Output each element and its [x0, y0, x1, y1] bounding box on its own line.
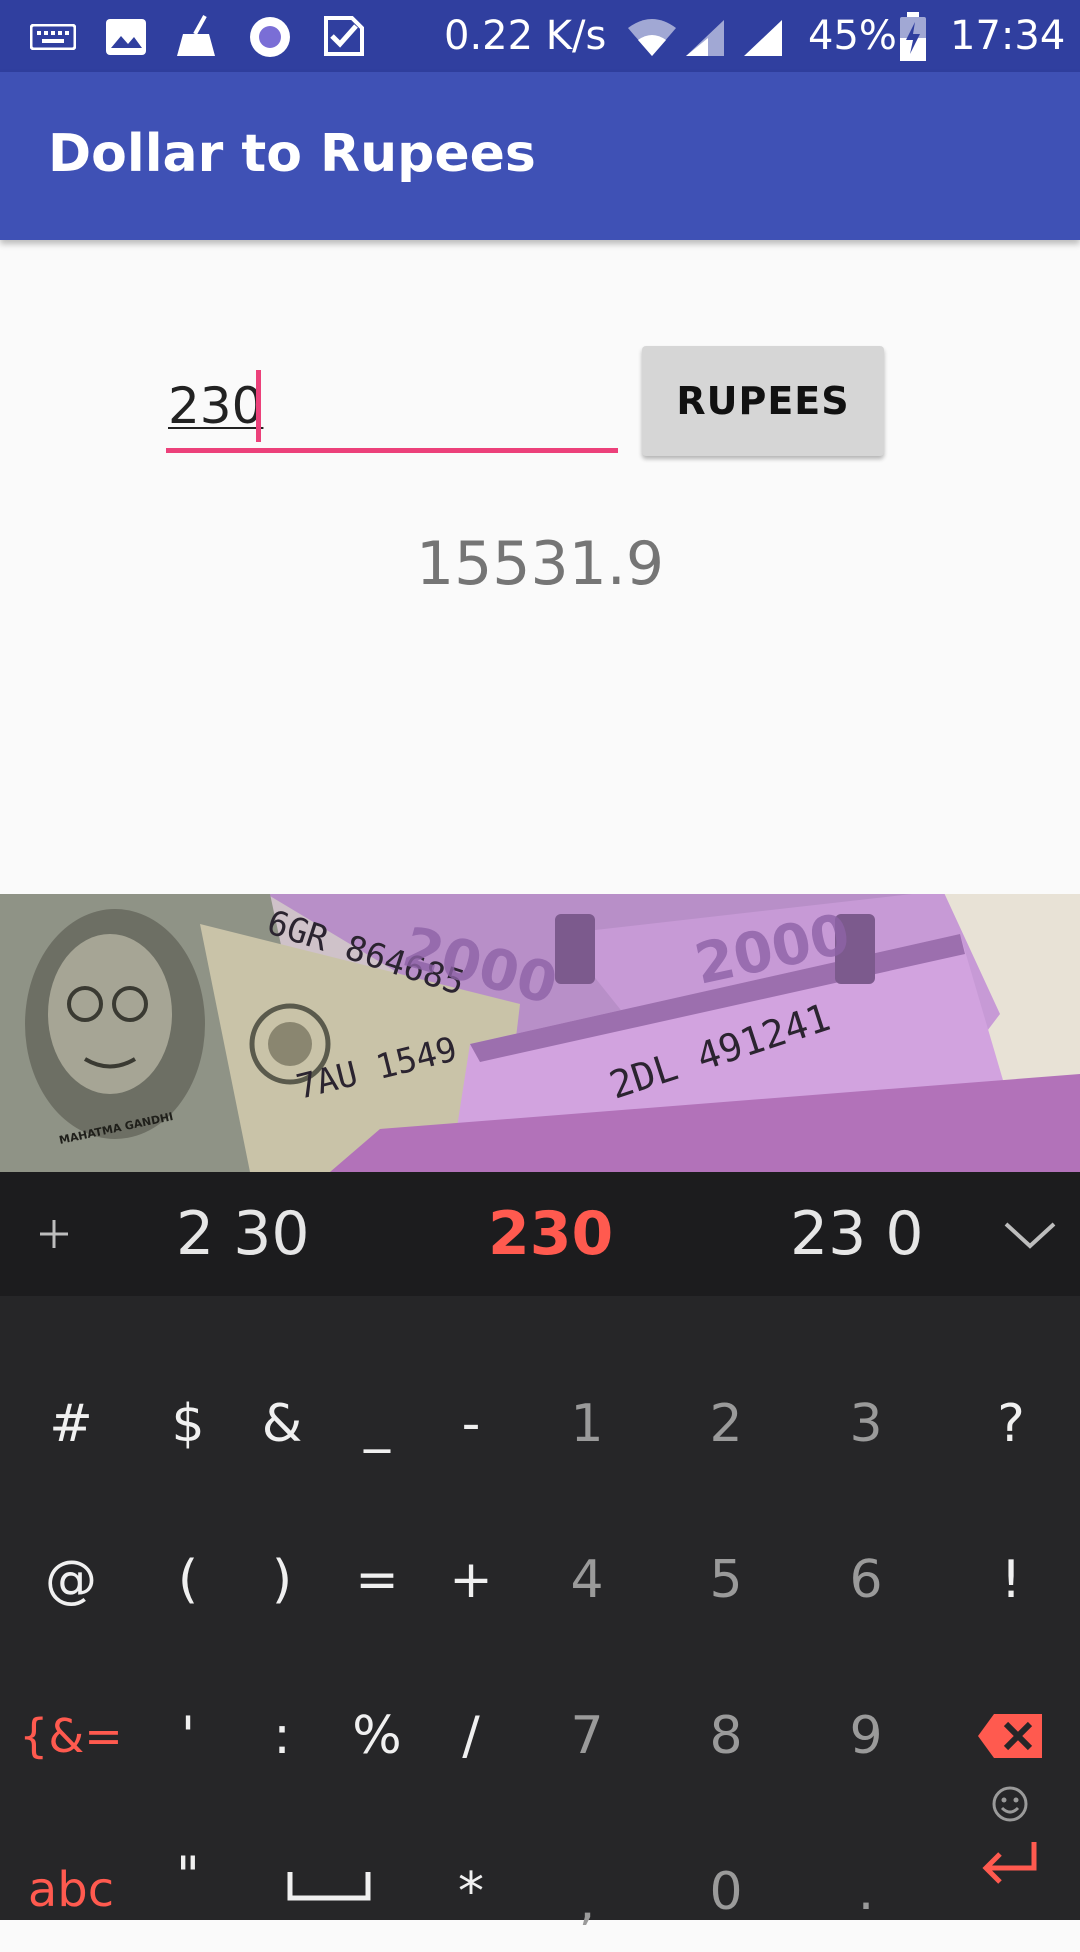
conversion-result: 15531.9: [415, 529, 665, 599]
net-speed: 0.22 K/s: [444, 13, 607, 59]
app-title: Dollar to Rupees: [48, 124, 536, 184]
circle-icon: [250, 17, 290, 57]
key[interactable]: *: [416, 1842, 526, 1942]
enter-icon[interactable]: [980, 1838, 1040, 1888]
key-symbols-more[interactable]: {&=: [16, 1686, 126, 1786]
key[interactable]: 4: [532, 1530, 642, 1630]
amount-value: 230: [168, 377, 264, 435]
signal-icon: [686, 20, 724, 56]
key[interactable]: 7: [532, 1686, 642, 1786]
broom-icon: [177, 15, 215, 56]
battery-charging-icon: [900, 12, 926, 61]
key[interactable]: 9: [811, 1686, 921, 1786]
wifi-icon: [628, 19, 676, 56]
suggestion-left[interactable]: 2 30: [176, 1202, 310, 1266]
symbol-keyboard: # $ & _ - 1 2 3 ? @ ( ) = + 4 5 6 ! {&= …: [0, 1296, 1080, 1932]
battery-level: 45%: [808, 13, 897, 59]
keyboard-suggestion-bar: 2 30 230 23 0: [0, 1172, 1080, 1296]
input-underline: [166, 448, 618, 453]
suggestion-center[interactable]: 230: [488, 1202, 613, 1266]
key[interactable]: 6: [811, 1530, 921, 1630]
key[interactable]: 1: [532, 1374, 642, 1474]
key[interactable]: #: [16, 1374, 126, 1474]
key[interactable]: ": [133, 1826, 243, 1926]
app-bar: Dollar to Rupees: [0, 72, 1080, 240]
key[interactable]: 2: [671, 1374, 781, 1474]
currency-banner-image: 6GR 864685 2000 2000 7AU 1549 2DL 491241…: [0, 894, 1080, 1172]
emoji-icon[interactable]: [990, 1784, 1030, 1824]
key[interactable]: @: [16, 1530, 126, 1630]
backspace-icon[interactable]: [976, 1712, 1046, 1760]
status-bar: 0.22 K/s 45% 17:34: [0, 0, 1080, 72]
convert-rupees-button[interactable]: RUPEES: [642, 346, 884, 456]
key[interactable]: .: [811, 1842, 921, 1942]
key[interactable]: &: [227, 1374, 337, 1474]
text-cursor: [256, 370, 261, 442]
clock: 17:34: [950, 13, 1066, 59]
key[interactable]: -: [416, 1374, 526, 1474]
key[interactable]: 0: [671, 1842, 781, 1942]
key[interactable]: +: [416, 1530, 526, 1630]
key[interactable]: :: [227, 1686, 337, 1786]
key-abc[interactable]: abc: [16, 1840, 126, 1940]
keyboard-icon: [30, 24, 76, 50]
chevron-down-icon[interactable]: [1002, 1220, 1058, 1250]
key[interactable]: !: [956, 1530, 1066, 1630]
check-icon: [324, 16, 364, 56]
image-icon: [106, 19, 146, 55]
dollar-amount-input[interactable]: 230: [166, 370, 618, 453]
key[interactable]: ,: [532, 1852, 642, 1952]
key[interactable]: 3: [811, 1374, 921, 1474]
key[interactable]: ): [227, 1530, 337, 1630]
key[interactable]: /: [416, 1686, 526, 1786]
key[interactable]: 8: [671, 1686, 781, 1786]
suggestion-right[interactable]: 23 0: [790, 1202, 924, 1266]
key[interactable]: ?: [956, 1374, 1066, 1474]
space-bar-icon[interactable]: [286, 1868, 372, 1902]
plus-icon[interactable]: [36, 1216, 72, 1252]
signal-icon: [744, 20, 782, 56]
key[interactable]: 5: [671, 1530, 781, 1630]
